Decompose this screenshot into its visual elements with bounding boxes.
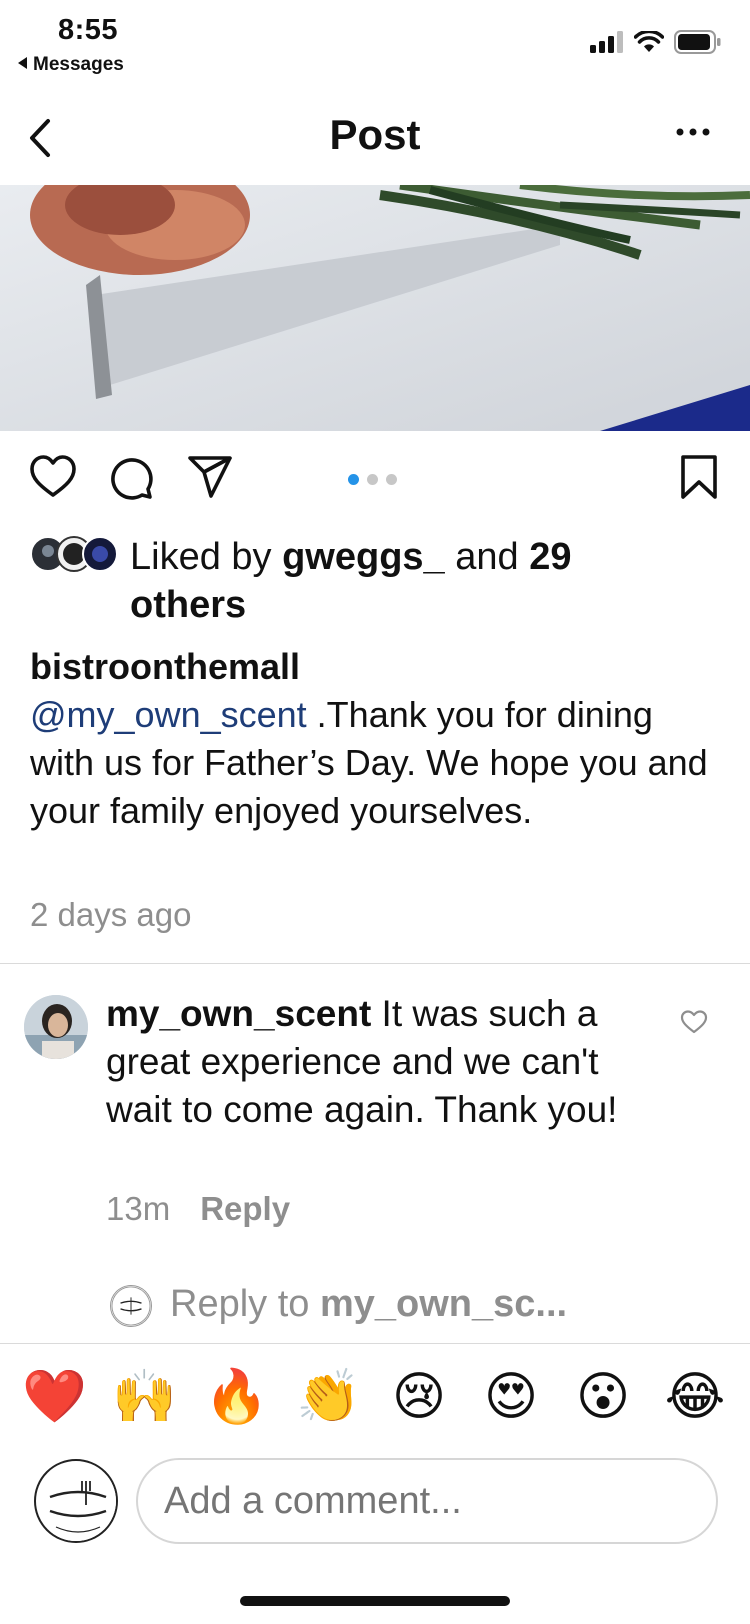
comment-input[interactable]: [136, 1458, 718, 1544]
comment-body: my_own_scent It was such a great experie…: [106, 990, 646, 1134]
post-timestamp: 2 days ago: [30, 896, 192, 933]
post-actions: [0, 452, 750, 508]
heart-icon[interactable]: [28, 452, 78, 502]
caption-mention[interactable]: @my_own_scent: [30, 694, 307, 735]
emoji-fire[interactable]: 🔥: [204, 1366, 269, 1428]
reply-to-prompt[interactable]: Reply to my_own_sc...: [110, 1283, 730, 1329]
page-title: Post: [329, 111, 421, 158]
back-to-messages-link[interactable]: Messages: [18, 54, 124, 76]
likes-prefix: Liked by: [130, 536, 283, 578]
emoji-clapping[interactable]: 👏: [296, 1366, 361, 1428]
comment-meta: 13m Reply: [106, 1190, 290, 1228]
commenter-avatar-image: [24, 995, 88, 1059]
home-indicator[interactable]: [240, 1596, 510, 1606]
status-time: 8:55: [58, 14, 119, 46]
comment-like-heart-icon[interactable]: [680, 1008, 708, 1036]
comment-username[interactable]: my_own_scent: [106, 993, 371, 1034]
likes-others[interactable]: others: [130, 584, 246, 626]
reply-to-user: my_own_sc...: [319, 1283, 568, 1325]
back-app-label: Messages: [33, 54, 124, 75]
comment-time: 13m: [106, 1190, 171, 1227]
carousel-dot: [386, 474, 397, 485]
reply-button[interactable]: Reply: [200, 1190, 290, 1227]
emoji-heart[interactable]: ❤️: [22, 1366, 87, 1428]
more-dots-icon[interactable]: [676, 125, 710, 139]
avatar[interactable]: [34, 1459, 118, 1543]
signal-icon: [590, 31, 623, 53]
post-caption: bistroonthemall @my_own_scent .Thank you…: [30, 643, 710, 835]
emoji-laughing[interactable]: 😂: [664, 1366, 726, 1428]
emoji-heart-eyes[interactable]: 😍: [480, 1366, 542, 1428]
liker-username[interactable]: gweggs_: [282, 536, 445, 578]
divider: [0, 963, 750, 964]
liker-avatars: [30, 536, 118, 572]
caption-username[interactable]: bistroonthemall: [30, 643, 710, 691]
emoji-crying[interactable]: 😢: [388, 1366, 450, 1428]
emoji-raised-hands[interactable]: 🙌: [112, 1366, 177, 1428]
bistro-logo-avatar: [38, 1463, 116, 1541]
status-icons: [590, 30, 722, 54]
reply-to-prefix: Reply to: [170, 1283, 320, 1325]
bookmark-icon[interactable]: [674, 452, 724, 502]
likes-text: Liked by gweggs_ and 29 others: [130, 533, 690, 629]
status-bar: 8:55 Messages: [0, 0, 750, 90]
reply-to-text: Reply to my_own_sc...: [170, 1283, 567, 1326]
emoji-surprised[interactable]: 😮: [572, 1366, 634, 1428]
emoji-quick-bar: ❤️ 🙌 🔥 👏 😢 😍 😮 😂: [0, 1343, 750, 1448]
share-icon[interactable]: [186, 452, 236, 502]
post-photo[interactable]: [0, 185, 750, 431]
bistro-logo-avatar: [110, 1285, 152, 1327]
battery-icon: [674, 30, 721, 54]
likes-count[interactable]: 29: [529, 536, 571, 578]
comment-bar: [0, 1448, 750, 1558]
back-triangle-icon: [18, 57, 27, 69]
carousel-dot-active: [348, 474, 359, 485]
food-photo-image: [0, 185, 750, 431]
carousel-indicator: [348, 474, 397, 485]
wifi-icon: [634, 31, 664, 52]
nav-header: Post: [0, 95, 750, 183]
likes-middle: and: [444, 536, 530, 578]
comment-icon[interactable]: [106, 452, 156, 502]
avatar[interactable]: [24, 995, 88, 1059]
carousel-dot: [367, 474, 378, 485]
